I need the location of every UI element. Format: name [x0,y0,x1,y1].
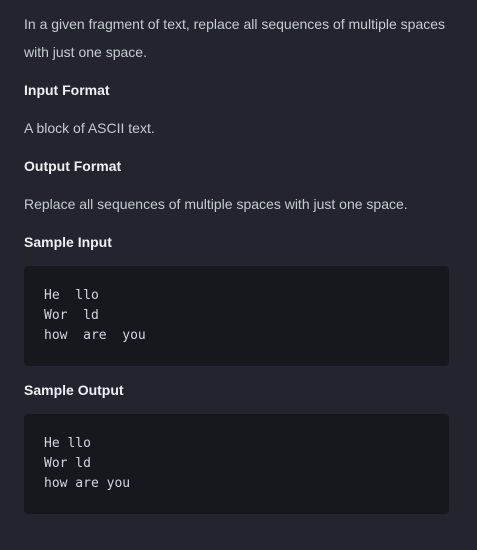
sample-input-heading: Sample Input [24,234,112,250]
problem-statement: In a given fragment of text, replace all… [0,0,477,514]
sample-output-heading: Sample Output [24,382,124,398]
code-line: how are you [44,328,146,343]
code-line: He llo [44,436,91,451]
input-format-text: A block of ASCII text. [24,120,155,136]
input-format-heading: Input Format [24,82,110,98]
sample-input-code-block[interactable]: He llo Wor ld how are you [24,266,449,366]
output-format-heading: Output Format [24,158,122,174]
code-line: how are you [44,476,131,491]
sample-output-code-block[interactable]: He llo Wor ld how are you [24,414,449,514]
code-line: He llo [44,288,99,303]
output-format-text: Replace all sequences of multiple spaces… [24,196,408,212]
code-line: Wor ld [44,456,91,471]
problem-description: In a given fragment of text, replace all… [24,16,446,60]
code-line: Wor ld [44,308,99,323]
